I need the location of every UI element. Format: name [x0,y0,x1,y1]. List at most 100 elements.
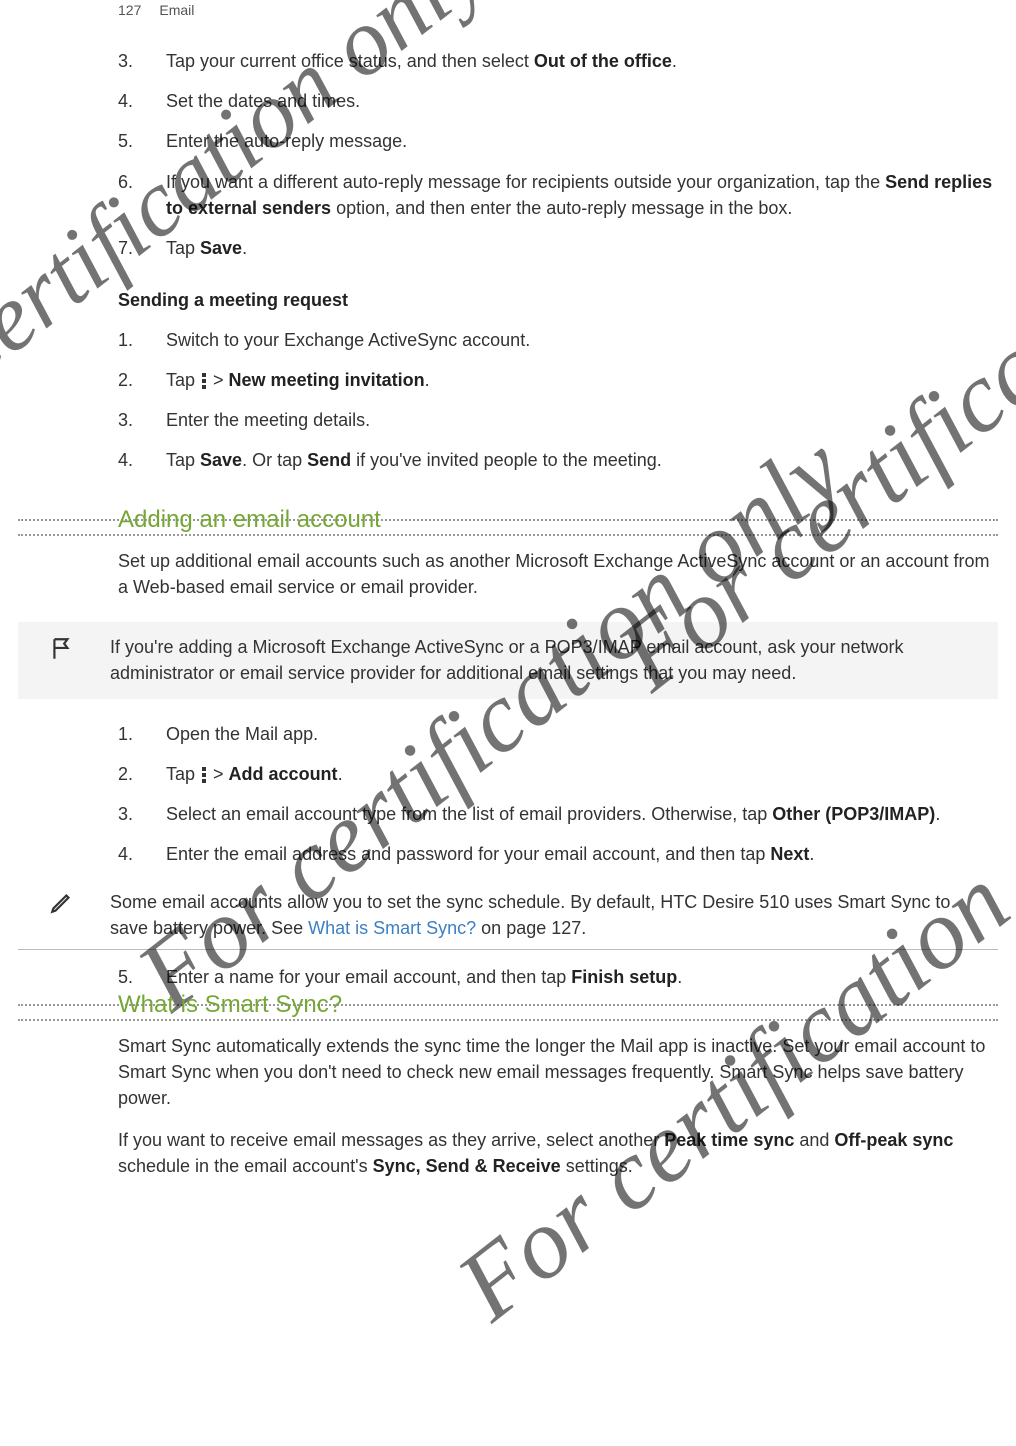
list-text: Select an email account type from the li… [166,801,998,827]
text: > [208,764,229,784]
list-number: 5. [118,964,166,990]
overflow-menu-icon [202,373,206,389]
list-text: If you want a different auto-reply messa… [166,169,998,221]
list-number: 5. [118,128,166,154]
text: and [794,1130,834,1150]
link-text[interactable]: What is Smart Sync? [308,918,476,938]
bold-text: Finish setup [571,967,677,987]
list-item: 6. If you want a different auto-reply me… [118,169,998,221]
text: . [338,764,343,784]
list-text: Enter the email address and password for… [166,841,998,867]
text: Tap [166,764,200,784]
list-item: 3. Tap your current office status, and t… [118,48,998,74]
ordered-list-meeting: 1. Switch to your Exchange ActiveSync ac… [118,327,998,473]
list-number: 6. [118,169,166,221]
list-item: 4. Set the dates and times. [118,88,998,114]
text: . [809,844,814,864]
list-text: Enter a name for your email account, and… [166,964,998,990]
list-item: 3. Enter the meeting details. [118,407,998,433]
bold-text: New meeting invitation [229,370,425,390]
text: on page 127. [476,918,586,938]
list-text: Enter the meeting details. [166,407,998,433]
text: If you want a different auto-reply messa… [166,172,885,192]
list-text: Tap Save. [166,235,998,261]
list-item: 7. Tap Save. [118,235,998,261]
list-number: 2. [118,367,166,393]
callout-text: If you're adding a Microsoft Exchange Ac… [110,634,984,686]
flag-icon [32,634,92,686]
list-number: 1. [118,327,166,353]
list-number: 7. [118,235,166,261]
list-item: 5. Enter a name for your email account, … [118,964,998,990]
heading-smart-sync: What is Smart Sync? [118,988,998,1023]
text: Enter a name for your email account, and… [166,967,571,987]
heading-adding-account: Adding an email account [118,503,998,538]
bold-text: Peak time sync [664,1130,794,1150]
text: settings. [561,1156,633,1176]
callout-box-info: If you're adding a Microsoft Exchange Ac… [18,622,998,698]
text: Select an email account type from the li… [166,804,772,824]
section-name: Email [159,0,194,20]
list-text: Set the dates and times. [166,88,998,114]
bold-text: Add account [229,764,338,784]
list-text: Enter the auto-reply message. [166,128,998,154]
list-item: 4. Tap Save. Or tap Send if you've invit… [118,447,998,473]
list-text: Tap > Add account. [166,761,998,787]
bold-text: Off-peak sync [834,1130,953,1150]
list-item: 5. Enter the auto-reply message. [118,128,998,154]
page-number: 127 [118,0,141,20]
list-item: 1. Open the Mail app. [118,721,998,747]
list-number: 4. [118,88,166,114]
bold-text: Send [307,450,351,470]
text: > [208,370,229,390]
ordered-list-ooo: 3. Tap your current office status, and t… [118,48,998,261]
bold-text: Save [200,450,242,470]
page-header: 127 Email [18,0,998,20]
list-number: 4. [118,841,166,867]
list-number: 3. [118,801,166,827]
text: Tap your current office status, and then… [166,51,534,71]
list-number: 4. [118,447,166,473]
list-text: Open the Mail app. [166,721,998,747]
text: option, and then enter the auto-reply me… [331,198,792,218]
subheading-meeting-request: Sending a meeting request [118,287,998,313]
list-item: 2. Tap > Add account. [118,761,998,787]
page-content: 3. Tap your current office status, and t… [18,20,998,1179]
text: Tap [166,238,200,258]
list-number: 2. [118,761,166,787]
text: Tap [166,450,200,470]
paragraph: Smart Sync automatically extends the syn… [118,1033,998,1111]
text: . [242,238,247,258]
list-text: Switch to your Exchange ActiveSync accou… [166,327,998,353]
list-item: 4. Enter the email address and password … [118,841,998,867]
bold-text: Next [770,844,809,864]
list-item: 3. Select an email account type from the… [118,801,998,827]
text: . [935,804,940,824]
text: . [672,51,677,71]
text: Enter the email address and password for… [166,844,770,864]
list-number: 3. [118,48,166,74]
list-number: 1. [118,721,166,747]
bold-text: Sync, Send & Receive [373,1156,561,1176]
bold-text: Other (POP3/IMAP) [772,804,935,824]
ordered-list-finish: 5. Enter a name for your email account, … [118,964,998,990]
text: if you've invited people to the meeting. [351,450,662,470]
text: schedule in the email account's [118,1156,373,1176]
list-number: 3. [118,407,166,433]
text: . [425,370,430,390]
list-item: 2. Tap > New meeting invitation. [118,367,998,393]
list-text: Tap Save. Or tap Send if you've invited … [166,447,998,473]
list-text: Tap your current office status, and then… [166,48,998,74]
callout-text: Some email accounts allow you to set the… [110,889,984,941]
pencil-icon [32,889,92,941]
text: If you want to receive email messages as… [118,1130,664,1150]
paragraph: Set up additional email accounts such as… [118,548,998,600]
ordered-list-add-account: 1. Open the Mail app. 2. Tap > Add accou… [118,721,998,867]
document-page: For certification only For certification… [0,0,1016,1446]
text: Tap [166,370,200,390]
paragraph: If you want to receive email messages as… [118,1127,998,1179]
overflow-menu-icon [202,767,206,783]
bold-text: Out of the office [534,51,672,71]
list-text: Tap > New meeting invitation. [166,367,998,393]
text: . [677,967,682,987]
